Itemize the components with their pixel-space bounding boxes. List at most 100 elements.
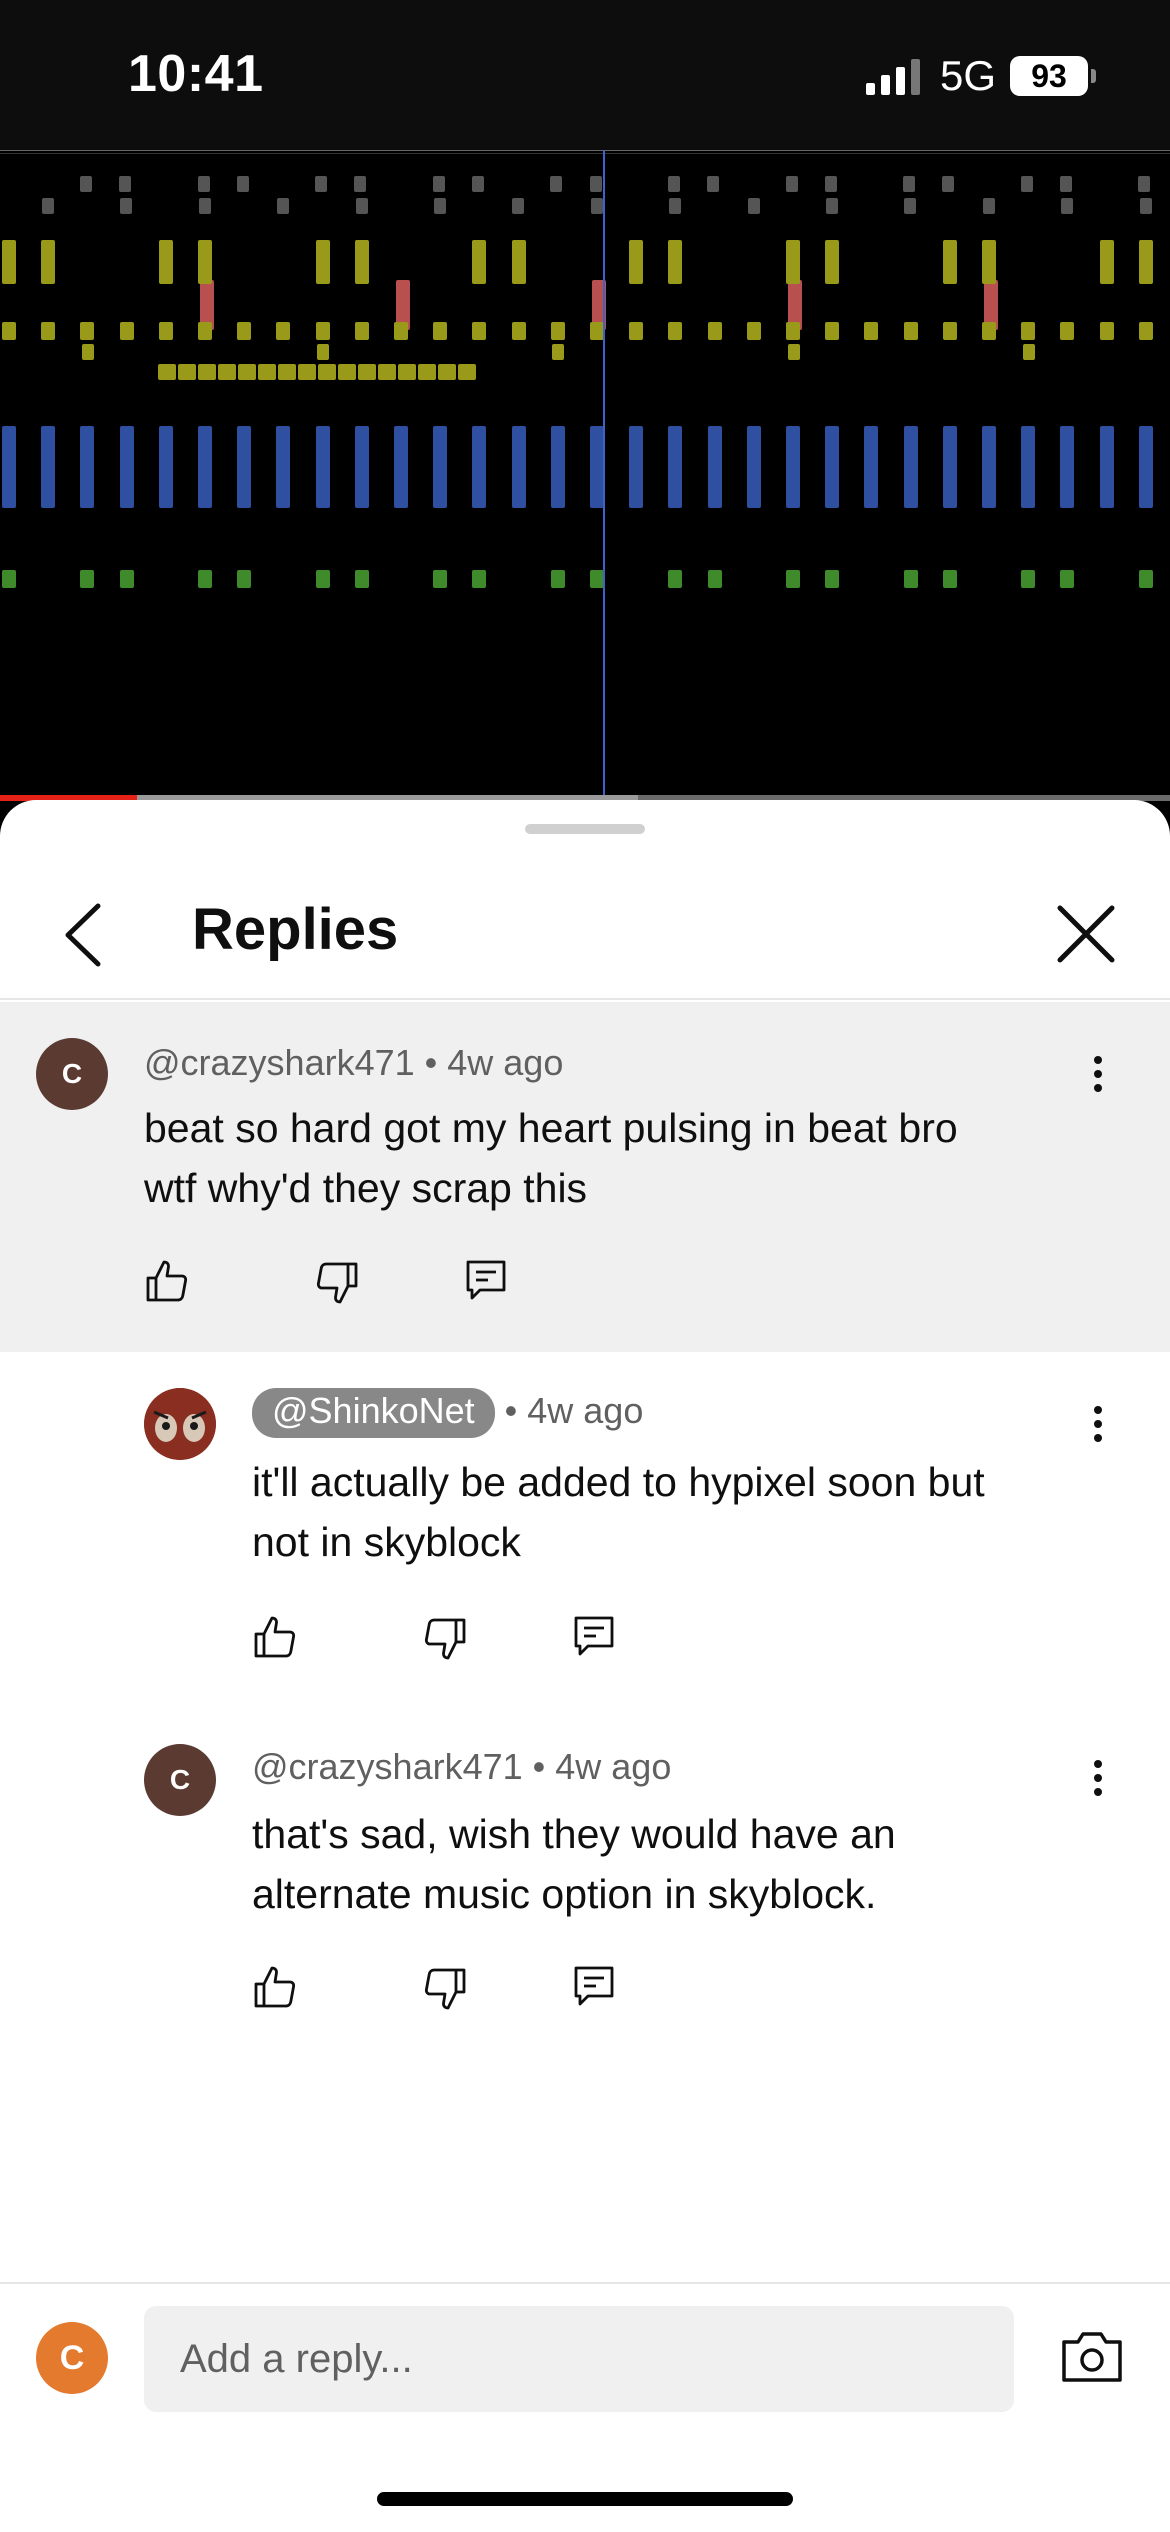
note-block	[942, 570, 957, 588]
camera-button[interactable]	[1060, 2328, 1124, 2384]
chevron-left-icon	[65, 903, 101, 967]
note-block	[1099, 322, 1114, 340]
note-block	[315, 322, 330, 340]
note-block	[237, 322, 252, 340]
note-block	[1060, 570, 1075, 588]
note-block	[864, 322, 879, 340]
creator-avatar-icon	[144, 1388, 216, 1460]
thumb-down-icon	[424, 1968, 466, 2010]
note-block	[511, 322, 526, 340]
note-block	[2, 426, 16, 508]
note-block	[825, 322, 840, 340]
note-block	[354, 426, 369, 508]
avatar[interactable]	[144, 1388, 216, 1460]
note-block	[707, 426, 722, 508]
comment-meta: @crazyshark471 • 4w ago	[252, 1746, 672, 1787]
battery-level: 93	[1031, 58, 1067, 94]
note-block	[1099, 240, 1114, 284]
back-button[interactable]	[56, 900, 116, 970]
note-block	[668, 322, 683, 340]
note-block	[903, 426, 918, 508]
note-block	[237, 426, 252, 508]
note-block	[511, 240, 526, 284]
note-block	[2, 240, 16, 284]
note-block	[864, 426, 879, 508]
note-block	[218, 364, 236, 380]
comment-handle[interactable]: @crazyshark471	[144, 1042, 415, 1083]
note-block	[42, 198, 54, 214]
like-button[interactable]	[252, 1964, 300, 2012]
home-indicator[interactable]	[377, 2492, 793, 2506]
note-block	[629, 240, 644, 284]
playhead-line	[603, 150, 605, 800]
video-player[interactable]	[0, 150, 1170, 800]
note-block	[747, 198, 760, 214]
note-block	[1138, 176, 1151, 192]
note-block	[178, 364, 196, 380]
note-block	[1138, 240, 1153, 284]
note-block	[315, 570, 330, 588]
user-avatar[interactable]: C	[36, 2322, 108, 2394]
note-block	[786, 570, 800, 588]
reply-button[interactable]	[570, 1962, 618, 2010]
note-block	[433, 570, 448, 588]
note-block	[355, 198, 368, 214]
like-button[interactable]	[252, 1614, 300, 1662]
note-block	[1020, 176, 1033, 192]
more-options-button[interactable]	[1078, 1050, 1118, 1100]
note-block	[1060, 426, 1075, 508]
note-block	[120, 198, 133, 214]
more-options-button[interactable]	[1078, 1400, 1118, 1450]
avatar[interactable]: C	[36, 1038, 108, 1110]
note-block	[903, 570, 918, 588]
comment-text: it'll actually be added to hypixel soon …	[252, 1452, 1170, 1572]
reply-input[interactable]	[144, 2306, 1014, 2412]
note-block	[668, 240, 683, 284]
note-block	[41, 322, 56, 340]
note-block	[512, 198, 525, 214]
note-block	[378, 364, 396, 380]
sheet-title: Replies	[192, 897, 399, 962]
note-block	[590, 322, 604, 340]
note-block	[2, 322, 16, 340]
avatar[interactable]: C	[144, 1744, 216, 1816]
comment-text-line: alternate music option in skyblock.	[252, 1871, 877, 1917]
note-block	[707, 570, 722, 588]
reply-button[interactable]	[570, 1612, 618, 1660]
note-block	[942, 176, 955, 192]
cellular-signal-icon	[865, 57, 920, 95]
sheet-grabber[interactable]	[525, 824, 645, 834]
note-block	[472, 240, 487, 284]
note-block	[472, 570, 487, 588]
note-block	[433, 426, 448, 508]
like-button[interactable]	[144, 1258, 192, 1306]
note-block	[668, 570, 683, 588]
comment-handle[interactable]: @crazyshark471	[252, 1746, 523, 1787]
note-block	[982, 240, 996, 284]
dislike-button[interactable]	[420, 1614, 468, 1662]
more-options-button[interactable]	[1078, 1754, 1118, 1804]
comment-text-line: not in skyblock	[252, 1519, 521, 1565]
note-block	[589, 176, 602, 192]
note-block	[904, 198, 917, 214]
note-block	[158, 240, 173, 284]
battery-icon: 93	[1010, 56, 1096, 96]
note-block	[354, 322, 369, 340]
note-block	[552, 344, 565, 360]
close-button[interactable]	[1054, 902, 1118, 966]
note-block	[158, 364, 176, 380]
note-block	[550, 176, 563, 192]
network-type: 5G	[939, 52, 996, 99]
dislike-button[interactable]	[420, 1964, 468, 2012]
note-block	[903, 176, 916, 192]
note-block	[438, 364, 456, 380]
comment-text: that's sad, wish they would have an alte…	[252, 1804, 1170, 1924]
note-block	[707, 176, 720, 192]
note-block	[458, 364, 476, 380]
note-block	[315, 176, 328, 192]
note-block	[80, 176, 92, 192]
note-block	[354, 570, 369, 588]
dislike-button[interactable]	[312, 1258, 360, 1306]
creator-handle-badge[interactable]: @ShinkoNet	[252, 1388, 495, 1438]
reply-button[interactable]	[462, 1256, 510, 1304]
